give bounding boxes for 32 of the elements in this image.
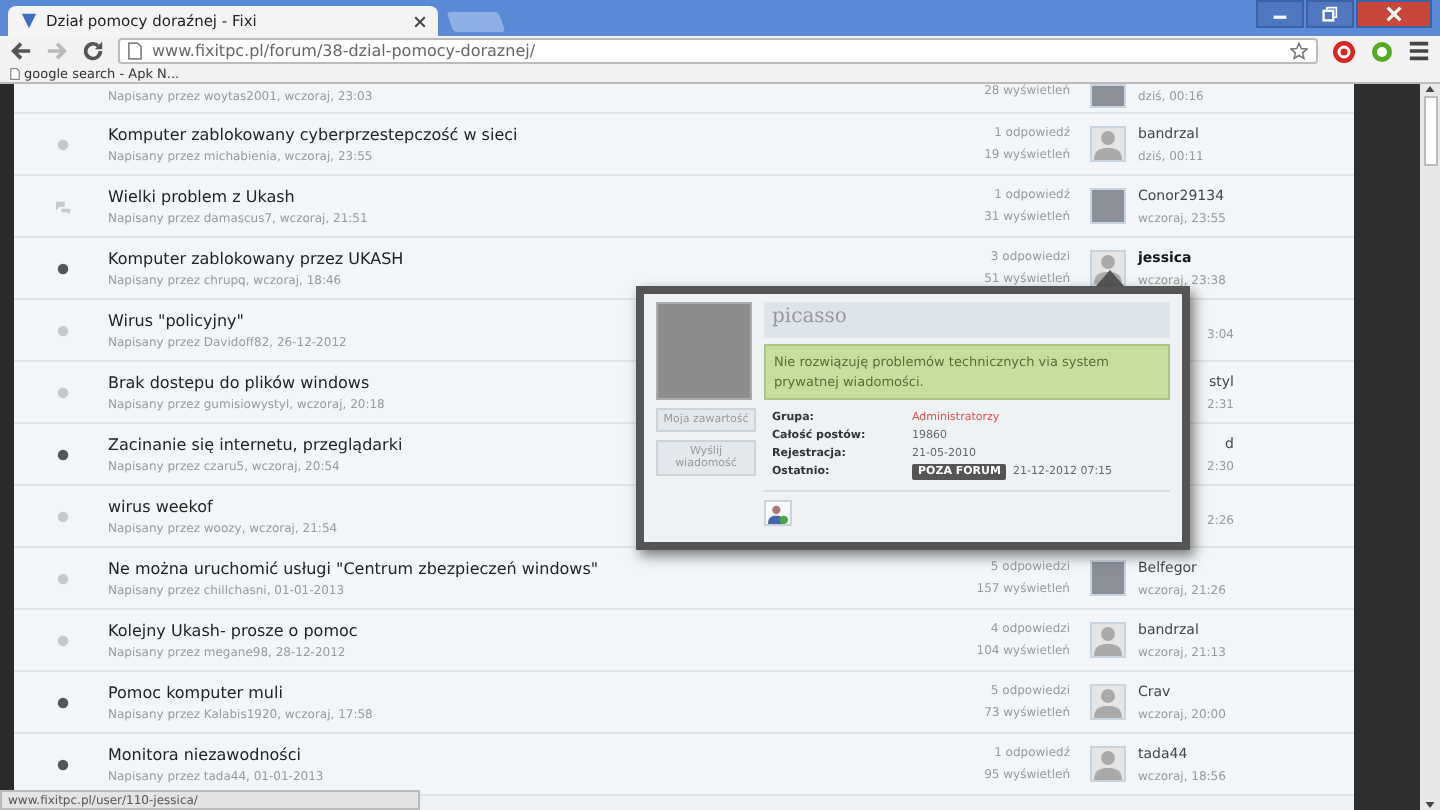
minimize-button[interactable]: [1256, 0, 1304, 28]
topic-link[interactable]: Monitora niezawodności: [108, 745, 324, 763]
back-icon[interactable]: [10, 40, 32, 62]
scroll-thumb[interactable]: [1423, 96, 1437, 166]
close-icon[interactable]: [414, 15, 426, 27]
menu-icon[interactable]: [1408, 40, 1430, 62]
topic-link[interactable]: Kolejny Ukash- prosze o pomoc: [108, 621, 358, 639]
scroll-down-icon[interactable]: [1424, 800, 1436, 810]
close-button[interactable]: [1356, 0, 1432, 28]
photo-placeholder: [656, 302, 752, 400]
reload-icon[interactable]: [82, 40, 104, 62]
restore-button[interactable]: [1306, 0, 1354, 28]
topic-link[interactable]: Pomoc komputer muli: [108, 683, 373, 701]
avatar-photo[interactable]: [1090, 560, 1126, 596]
add-friend-button[interactable]: [764, 500, 792, 526]
topic-link[interactable]: Brak dostepu do plików windows: [108, 373, 385, 391]
scrollbar[interactable]: [1420, 84, 1440, 810]
topic-link[interactable]: Zacinanie się internetu, przeglądarki: [108, 435, 403, 453]
close-icon: [1386, 6, 1402, 22]
extension-icon[interactable]: [1370, 39, 1394, 63]
topic-link[interactable]: wirus weekof: [108, 497, 338, 515]
topic-link[interactable]: Komputer zablokowany przez UKASH: [108, 249, 404, 267]
topic-link[interactable]: Komputer zablokowany cyberprzestepczość w sieci: [108, 125, 518, 143]
topic-link[interactable]: Wirus "policyjny": [108, 311, 347, 329]
favicon-icon: [20, 12, 38, 30]
topic-link[interactable]: Ne można uruchomić usługi "Centrum zbezpieczeń windows": [108, 559, 599, 577]
profile-name: picasso: [764, 302, 1170, 338]
restore-icon: [1322, 6, 1338, 22]
person-icon: [768, 503, 788, 523]
topic-link[interactable]: Wielki problem z Ukash: [108, 187, 368, 205]
stop-sign-icon[interactable]: [1332, 39, 1356, 63]
page-icon: [10, 68, 20, 80]
